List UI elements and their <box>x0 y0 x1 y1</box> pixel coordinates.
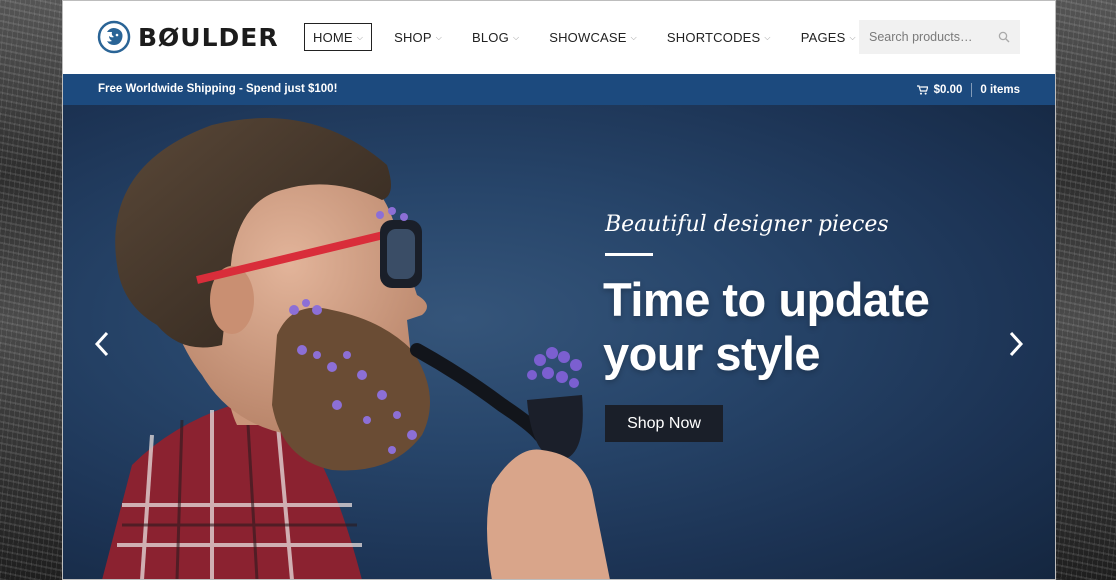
chevron-down-icon: ⌵ <box>512 33 520 42</box>
search-box <box>859 20 1020 54</box>
top-bar: Free Worldwide Shipping - Spend just $10… <box>62 74 1056 105</box>
chevron-left-icon[interactable] <box>92 330 112 358</box>
left-background <box>0 0 62 580</box>
page-container: BØULDER HOME ⌵ SHOP ⌵ BLOG ⌵ SHOWCASE ⌵ … <box>62 0 1056 580</box>
nav-item-home[interactable]: HOME ⌵ <box>304 23 373 51</box>
search-input[interactable] <box>869 30 989 44</box>
chevron-down-icon: ⌵ <box>849 33 856 42</box>
nav-item-pages[interactable]: PAGES ⌵ <box>793 23 864 51</box>
site-logo[interactable]: BØULDER <box>97 20 279 54</box>
cart-icon <box>916 85 928 95</box>
cart-summary[interactable]: $0.00 0 items <box>916 83 1020 97</box>
nav-item-shortcodes[interactable]: SHORTCODES ⌵ <box>659 23 779 51</box>
shipping-promo: Free Worldwide Shipping - Spend just $10… <box>98 83 338 95</box>
search-icon[interactable] <box>998 31 1010 43</box>
nav-label: SHOP <box>394 29 432 45</box>
chevron-down-icon: ⌵ <box>764 33 771 42</box>
shop-now-button[interactable]: Shop Now <box>605 405 723 442</box>
nav-item-blog[interactable]: BLOG ⌵ <box>464 23 527 51</box>
right-background <box>1056 0 1116 580</box>
hero-slider: Beautiful designer pieces Time to update… <box>62 105 1056 580</box>
nav-label: BLOG <box>472 29 509 45</box>
nav-item-shop[interactable]: SHOP ⌵ <box>386 23 450 51</box>
hero-title: Time to update your style <box>603 273 930 380</box>
nav-label: SHORTCODES <box>666 29 761 45</box>
nav-label: SHOWCASE <box>549 29 627 45</box>
main-nav: HOME ⌵ SHOP ⌵ BLOG ⌵ SHOWCASE ⌵ SHORTCOD… <box>304 23 878 51</box>
hero-divider <box>605 253 653 256</box>
nav-item-showcase[interactable]: SHOWCASE ⌵ <box>541 23 645 51</box>
hero-subtitle: Beautiful designer pieces <box>605 212 889 237</box>
nav-label: HOME <box>313 29 353 45</box>
chevron-down-icon: ⌵ <box>356 33 364 42</box>
divider <box>971 83 973 97</box>
brand-name: BØULDER <box>138 22 279 52</box>
chevron-down-icon: ⌵ <box>435 33 442 42</box>
site-header: BØULDER HOME ⌵ SHOP ⌵ BLOG ⌵ SHOWCASE ⌵ … <box>62 0 1056 74</box>
chevron-down-icon: ⌵ <box>630 33 637 42</box>
cart-items-count: 0 items <box>980 84 1020 96</box>
lion-head-icon <box>97 20 131 54</box>
cart-total: $0.00 <box>933 84 963 96</box>
nav-label: PAGES <box>800 29 846 45</box>
chevron-right-icon[interactable] <box>1006 330 1026 358</box>
